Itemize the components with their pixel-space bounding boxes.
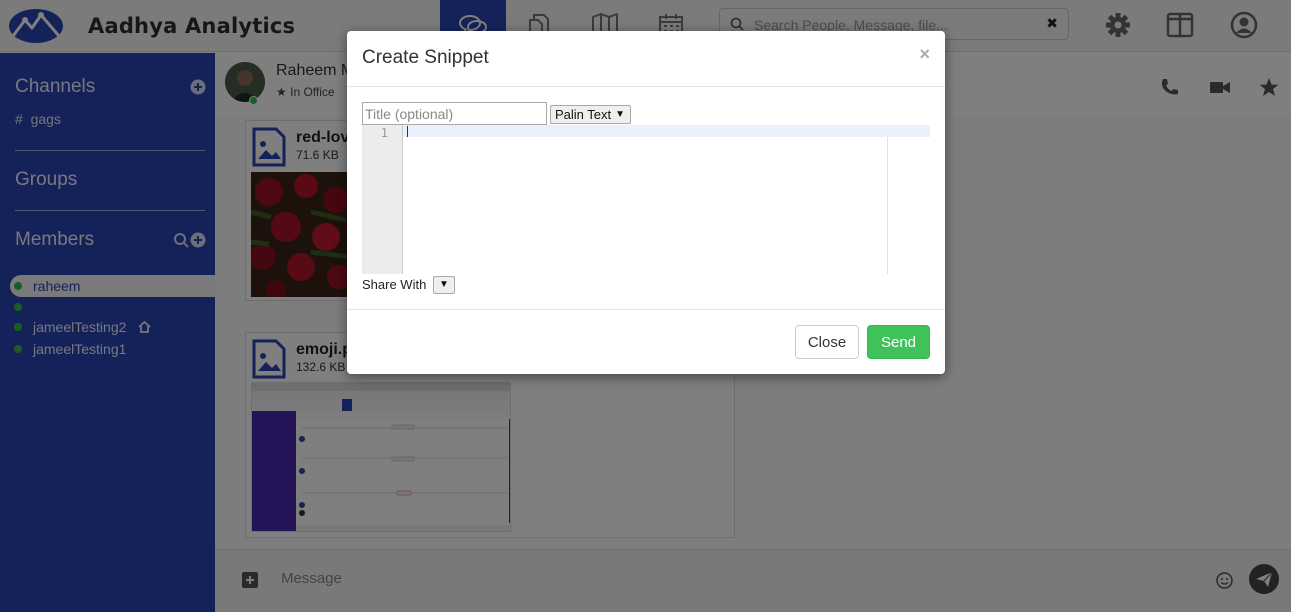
chevron-down-icon: ▼ (615, 109, 625, 120)
line-number-gutter: 1 (362, 125, 403, 274)
active-line-highlight (403, 125, 930, 137)
code-editor[interactable]: 1 (362, 125, 930, 274)
close-icon[interactable]: × (919, 45, 930, 63)
dialog-divider (347, 309, 945, 310)
create-snippet-dialog: Create Snippet × Palin Text ▼ 1 Share Wi… (347, 31, 945, 374)
language-select[interactable]: Palin Text ▼ (550, 105, 631, 124)
language-selected-value: Palin Text (555, 107, 612, 122)
snippet-title-input[interactable] (362, 102, 547, 125)
send-button[interactable]: Send (867, 325, 930, 359)
print-margin-line (887, 137, 888, 274)
share-with-select[interactable]: ▼ (433, 276, 455, 294)
line-number: 1 (380, 126, 388, 140)
close-button[interactable]: Close (795, 325, 859, 359)
text-cursor (407, 126, 408, 137)
dialog-title: Create Snippet (362, 47, 489, 68)
dialog-divider (347, 86, 945, 87)
share-with-label: Share With (362, 277, 427, 292)
